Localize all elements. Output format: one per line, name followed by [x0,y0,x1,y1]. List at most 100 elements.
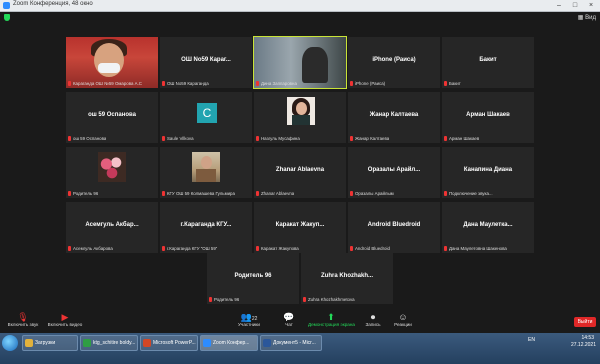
muted-mic-icon [350,191,353,196]
profile-photo [98,152,126,182]
participant-tile[interactable]: Родитель 96 [66,147,158,198]
taskbar-item[interactable]: Microsoft PowerP... [140,335,198,351]
participant-tile[interactable]: ош 59 Оспанова ош 59 Оспанова [66,92,158,143]
participant-name: ош 59 Оспанова [88,112,136,118]
participant-label: Подключение звука... [444,190,493,197]
participant-label: Дана Маулетовна Шакенова [444,245,507,252]
chat-button[interactable]: 💬 Чат [266,312,312,333]
muted-mic-icon [256,191,259,196]
close-icon[interactable]: × [584,1,598,10]
participant-label: Оразалы Арайлым [350,190,394,197]
window-controls: – □ × [552,1,598,10]
chat-icon: 💬 [283,312,295,322]
muted-mic-icon [444,191,447,196]
participant-tile[interactable]: C Saule Vilkova [160,92,252,143]
muted-mic-icon [350,246,353,251]
muted-mic-icon [350,81,353,86]
taskbar-item[interactable]: Загрузки [22,335,78,351]
security-shield-icon[interactable] [4,14,10,21]
participant-tile[interactable]: Android Bluedroid Android Bluedroid [348,202,440,253]
window-title: Zoom Конференция, 48 окно [13,1,93,7]
participant-label: Назгуль Мусафина [256,135,300,142]
participant-name: Родитель 96 [234,273,272,279]
clock-time[interactable]: 14:53 [581,335,594,341]
participant-label: Android Bluedroid [350,245,390,252]
muted-mic-icon [162,136,165,141]
muted-mic-icon [68,246,71,251]
participant-label: Saule Vilkova [162,135,194,142]
participant-label: ош 59 Оспанова [68,135,106,142]
participant-tile[interactable]: Родитель 96 Родитель 96 [207,253,299,304]
muted-mic-icon [256,136,259,141]
participant-name: Бакит [479,57,497,63]
maximize-icon[interactable]: □ [568,1,582,10]
language-indicator[interactable]: EN [528,337,535,343]
participant-name: Жанар Калтаева [369,112,419,118]
participant-grid: Караганда ОШ №59 Омарова А.С ОШ No59 Кар… [66,36,536,253]
leave-button[interactable]: Выйти [574,317,596,327]
participant-tile[interactable]: Каракат Жакуп... Каракат Жакупова [254,202,346,253]
participant-tile[interactable]: Оразалы Арайл... Оразалы Арайлым [348,147,440,198]
participant-name: Android Bluedroid [367,222,421,228]
muted-mic-icon [444,246,447,251]
participant-tile[interactable]: г.Караганда КГУ... г.Караганда КГУ "ОШ 5… [160,202,252,253]
participant-tile[interactable]: Асемгуль Акбар... Асемгуль Акбарова [66,202,158,253]
muted-mic-icon [256,81,259,86]
participant-label: ОШ No59 Караганда [162,80,209,87]
clock-date[interactable]: 27.12.2021 [571,342,596,348]
participant-tile[interactable]: Zhanar Ablaevna Zhanar Ablaevna [254,147,346,198]
participant-label: Караганда ОШ №59 Омарова А.С [68,80,142,87]
share-screen-button[interactable]: ⬆ Демонстрация экрана [308,312,355,333]
participant-tile[interactable]: Дана Маулетка... Дана Маулетовна Шакенов… [442,202,534,253]
profile-photo [192,152,220,182]
reactions-button[interactable]: ☺ Реакции [380,312,426,333]
participant-name: ОШ No59 Караг... [181,57,231,63]
muted-mic-icon [68,81,71,86]
participant-tile[interactable]: Назгуль Мусафина [254,92,346,143]
share-screen-icon: ⬆ [327,312,335,322]
participant-label: iPhone (Раиса) [350,80,385,87]
participant-tile[interactable]: Бакит Бакит [442,37,534,88]
participant-label: Бакит [444,80,461,87]
minimize-icon[interactable]: – [552,1,566,10]
participant-tile[interactable]: КГУ ОШ 59 Колмашева Гульмира [160,147,252,198]
participant-tile[interactable]: Жанар Калтаева Жанар Калтаева [348,92,440,143]
muted-mic-icon [68,136,71,141]
word-icon [263,339,271,347]
start-button[interactable] [2,335,18,351]
participant-label: Родитель 96 [209,296,239,303]
muted-mic-icon [444,136,447,141]
participant-tile[interactable]: ОШ No59 Караг... ОШ No59 Караганда [160,37,252,88]
profile-photo [287,97,315,125]
participant-name: Дана Маулетка... [463,222,513,228]
taskbar-item[interactable]: Документ5 - Micr... [260,335,322,351]
participant-label: Родитель 96 [68,190,98,197]
participant-label: Асемгуль Акбарова [68,245,113,252]
participant-label: Zhanar Ablaevna [256,190,294,197]
meeting-controls: 🎙 Включить звук ▶ Включить видео 👥22 Уча… [0,311,600,333]
participant-tile[interactable]: Арман Шакаев Арман Шакаев [442,92,534,143]
powerpoint-icon [143,339,151,347]
participant-tile-active-speaker[interactable]: Дина Заппаровна [253,36,347,89]
taskbar-item[interactable]: ktg_schitire boldy... [80,335,138,351]
taskbar-item-active[interactable]: Zoom Конфер... [200,335,258,351]
muted-mic-icon [209,297,212,302]
participant-tile[interactable]: Канапина Диана Подключение звука... [442,147,534,198]
participant-name: Оразалы Арайл... [367,167,421,173]
participant-tile[interactable]: Караганда ОШ №59 Омарова А.С [66,37,158,88]
participant-label: Дина Заппаровна [256,80,297,87]
view-button[interactable]: ▦ Вид [578,14,596,21]
start-video-button[interactable]: ▶ Включить видео [42,312,88,333]
muted-mic-icon [162,191,165,196]
unmute-button[interactable]: 🎙 Включить звук [0,312,46,333]
participant-tile[interactable]: Zuhra Khozhakh... Zuhra Khozhakhmetova [301,253,393,304]
muted-mic-icon: 🎙 [17,312,29,322]
participant-name: Асемгуль Акбар... [85,222,139,228]
participant-tile[interactable]: iPhone (Раиса) iPhone (Раиса) [348,37,440,88]
participant-label: Zuhra Khozhakhmetova [303,296,355,303]
participant-label: КГУ ОШ 59 Колмашева Гульмира [162,190,235,197]
participant-name: Каракат Жакуп... [275,222,325,228]
avatar: C [197,103,217,123]
video-off-icon: ▶ [61,312,69,322]
participant-name: Арман Шакаев [466,112,510,118]
